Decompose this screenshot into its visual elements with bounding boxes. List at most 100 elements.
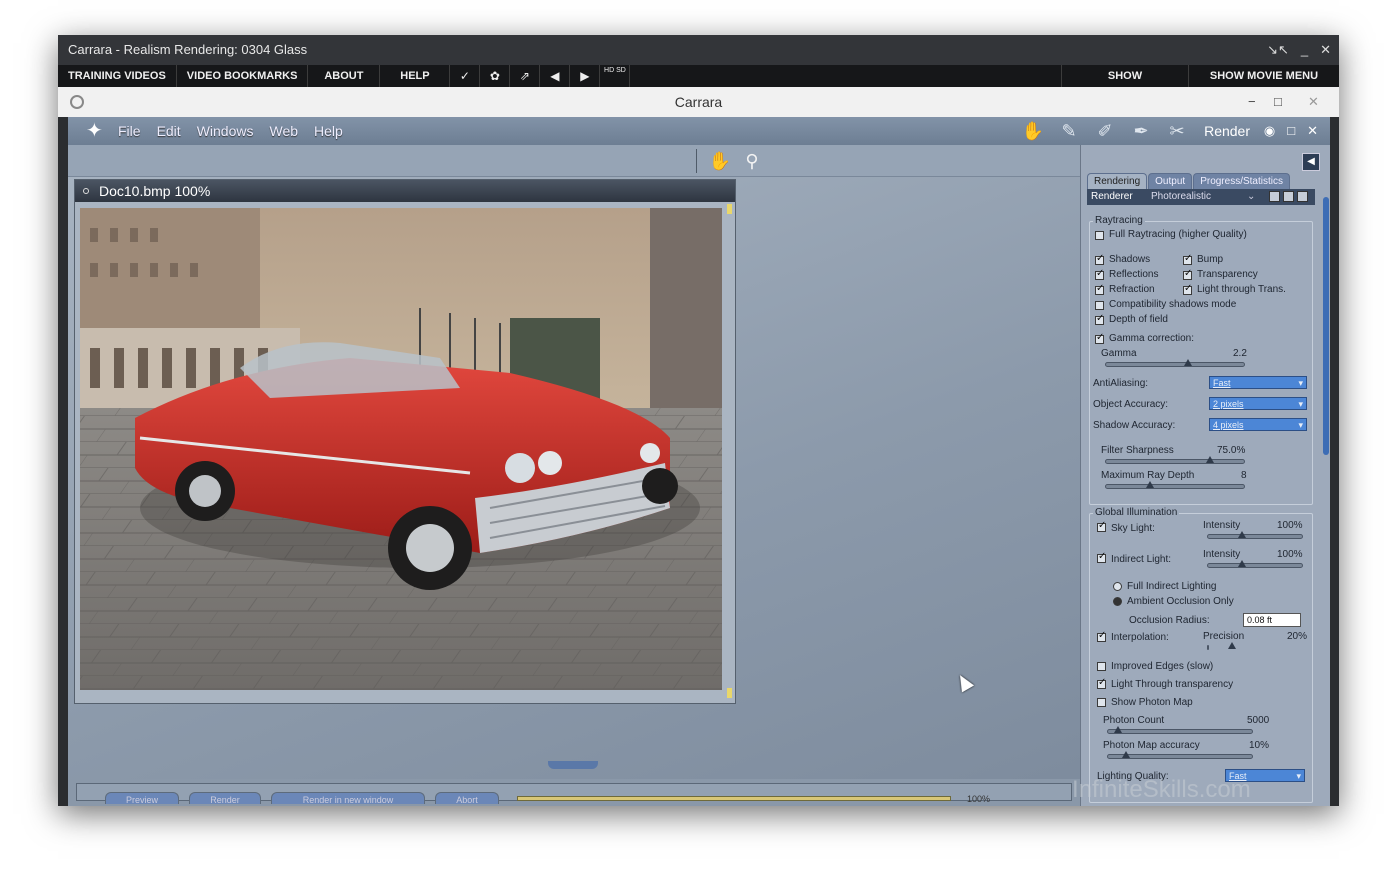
app-minimize-button[interactable]: − [1248,87,1256,117]
abort-button[interactable]: Abort [435,792,499,804]
resize-handle-top[interactable] [727,204,732,214]
bump-label: Bump [1197,254,1224,265]
render-progress-bar [517,796,951,801]
full-indirect-radio[interactable] [1113,582,1122,591]
menu-windows[interactable]: Windows [197,123,254,139]
menu-training-videos[interactable]: TRAINING VIDEOS [58,65,177,87]
filter-sharpness-slider[interactable] [1105,456,1245,464]
tab-progress-statistics[interactable]: Progress/Statistics [1193,173,1290,189]
menu-edit[interactable]: Edit [157,123,181,139]
precision-value: 20% [1287,631,1308,642]
refraction-checkbox[interactable] [1095,283,1104,295]
renderer-selector[interactable]: Renderer Photorealistic ⌄ [1087,189,1315,205]
save-preset-icon[interactable] [1283,191,1294,202]
hand-tool-icon[interactable]: ✋ [708,149,732,173]
resize-handle-bottom[interactable] [727,688,732,698]
menu-web[interactable]: Web [269,123,298,139]
menu-show-controller[interactable]: SHOW CONTROLLER [1061,65,1189,104]
panel-collapse-icon[interactable]: ◀ [1302,153,1320,171]
split-handle[interactable] [548,761,598,769]
photon-accuracy-value: 10% [1249,740,1270,751]
occlusion-radius-field[interactable]: 0.08 ft [1243,613,1301,627]
menu-video-bookmarks[interactable]: VIDEO BOOKMARKS [177,65,309,87]
carrara-star-icon[interactable]: ✦ [86,119,110,143]
sky-intensity-slider[interactable] [1207,531,1303,539]
sky-light-checkbox[interactable] [1097,520,1106,532]
tab-rendering[interactable]: Rendering [1087,173,1148,189]
app-close-button[interactable]: ✕ [1308,87,1319,117]
gamma-correction-checkbox[interactable] [1095,332,1104,344]
occlusion-radius-label: Occlusion Radius: [1129,615,1210,626]
light-through-trans-checkbox[interactable] [1183,283,1192,295]
render-settings-panel: ◀ Rendering Output Progress/Statistics R… [1080,145,1330,806]
resize-icon[interactable]: ↘↖ [1267,35,1289,65]
indirect-intensity-slider[interactable] [1207,560,1303,568]
room-render-icon[interactable]: ✂ [1164,120,1190,142]
preview-button[interactable]: Preview [105,792,179,804]
eye-icon[interactable]: ◉ [1264,117,1275,145]
minimize-button[interactable]: _ [1301,35,1308,65]
indirect-intensity-value: 100% [1277,549,1303,560]
render-button[interactable]: Render [189,792,261,804]
app-maximize-button[interactable]: □ [1274,87,1282,117]
room-storyboard-icon[interactable]: ✐ [1092,120,1118,142]
render-controls-frame: Preview Render Render in new window Abor… [76,783,1072,804]
shadow-accuracy-select[interactable]: 4 pixels [1209,418,1307,431]
photon-count-label: Photon Count [1103,715,1165,726]
interpolation-label: Interpolation: [1111,632,1169,643]
hd-sd-icon[interactable]: HD SD [600,65,631,87]
room-texture-icon[interactable]: ✒ [1128,120,1154,142]
antialiasing-select[interactable]: Fast [1209,376,1307,389]
check-icon[interactable]: ✓ [450,65,481,87]
room-assemble-icon[interactable]: ✋ [1020,120,1046,142]
object-accuracy-label: Object Accuracy: [1093,399,1169,410]
document-close-icon[interactable] [83,188,89,194]
chevron-down-icon[interactable]: ⌄ [1247,189,1255,205]
gamma-slider[interactable] [1105,359,1245,367]
document-titlebar[interactable]: Doc10.bmp 100% [75,180,735,202]
menu-show-movie-menu[interactable]: SHOW MOVIE MENU [1189,65,1339,87]
gear-icon[interactable]: ✿ [480,65,511,87]
interpolation-checkbox[interactable] [1097,630,1106,642]
photon-accuracy-slider[interactable] [1107,751,1253,759]
next-icon[interactable]: ▶ [570,65,601,87]
close-button[interactable]: ✕ [1320,35,1331,65]
panel-scrollbar[interactable] [1323,197,1329,797]
preset-icon[interactable] [1269,191,1280,202]
max-ray-depth-slider[interactable] [1105,481,1245,489]
tab-output[interactable]: Output [1148,173,1193,189]
menu-help-app[interactable]: Help [314,123,343,139]
compat-shadows-checkbox[interactable] [1095,301,1104,310]
photon-count-slider[interactable] [1107,726,1253,734]
expand-icon[interactable]: ⇗ [510,65,541,87]
reflections-checkbox[interactable] [1095,268,1104,280]
light-through-transparency-checkbox[interactable] [1097,677,1106,689]
render-new-window-button[interactable]: Render in new window [271,792,425,804]
transparency-checkbox[interactable] [1183,268,1192,280]
improved-edges-checkbox[interactable] [1097,662,1106,671]
indirect-light-checkbox[interactable] [1097,551,1106,563]
zoom-tool-icon[interactable]: ⚲ [740,149,764,173]
depth-of-field-label: Depth of field [1109,314,1168,325]
show-photon-map-checkbox[interactable] [1097,698,1106,707]
bump-checkbox[interactable] [1183,253,1192,265]
prev-icon[interactable]: ◀ [540,65,571,87]
depth-of-field-checkbox[interactable] [1095,313,1104,325]
object-accuracy-select[interactable]: 2 pixels [1209,397,1307,410]
room-model-icon[interactable]: ✎ [1056,120,1082,142]
panel-scroll-thumb[interactable] [1323,197,1329,455]
menu-about[interactable]: ABOUT [308,65,381,87]
tool-separator [696,149,697,173]
room-maximize-icon[interactable]: □ [1287,117,1295,145]
refraction-label: Refraction [1109,284,1155,295]
lock-preset-icon[interactable] [1297,191,1308,202]
improved-edges-label: Improved Edges (slow) [1111,661,1214,672]
shadows-checkbox[interactable] [1095,253,1104,265]
full-raytracing-checkbox[interactable] [1095,231,1104,240]
precision-slider[interactable] [1207,642,1236,650]
room-close-icon[interactable]: ✕ [1307,117,1318,145]
menu-help[interactable]: HELP [380,65,451,87]
ambient-occlusion-radio[interactable] [1113,597,1122,606]
menu-file[interactable]: File [118,123,141,139]
render-bottom-bar: Preview Render Render in new window Abor… [68,779,1080,806]
